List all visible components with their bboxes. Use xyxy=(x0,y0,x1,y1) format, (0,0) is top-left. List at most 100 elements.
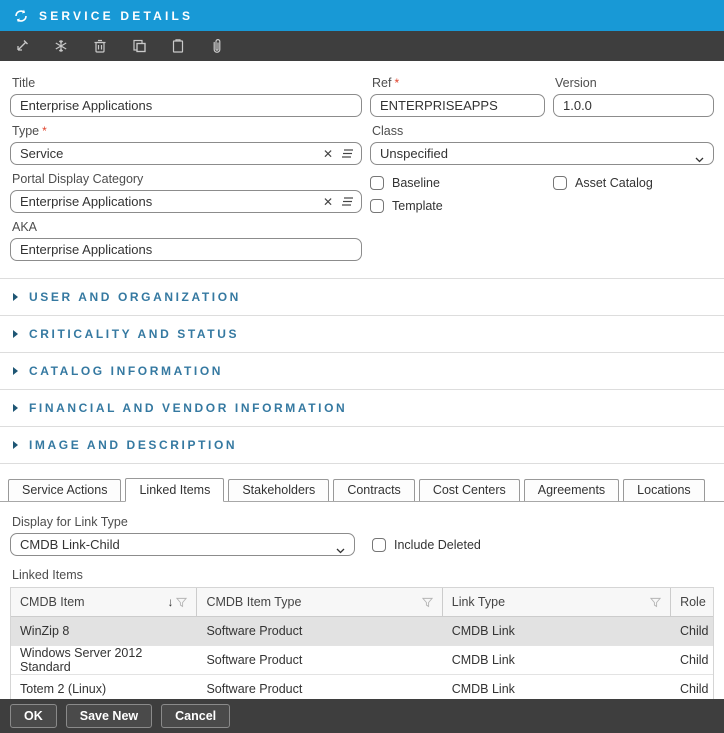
display-for-link-type-select[interactable]: CMDB Link-Child xyxy=(10,533,355,556)
class-label: Class xyxy=(372,124,712,138)
cell-cmdb-item: Totem 2 (Linux) xyxy=(11,682,197,696)
column-header-link-type[interactable]: Link Type xyxy=(443,588,671,616)
footer-action-bar: OK Save New Cancel xyxy=(0,699,724,733)
title-label: Title xyxy=(12,76,360,90)
chevron-down-icon xyxy=(336,542,345,557)
filter-icon[interactable] xyxy=(422,597,433,608)
sort-descending-icon[interactable]: ↓ xyxy=(167,595,173,609)
tab-bar: Service Actions Linked Items Stakeholder… xyxy=(0,475,724,502)
section-financial-and-vendor-information[interactable]: FINANCIAL AND VENDOR INFORMATION xyxy=(0,389,724,426)
browse-icon[interactable] xyxy=(341,196,354,207)
tab-agreements[interactable]: Agreements xyxy=(524,479,619,501)
cell-role: Child xyxy=(671,682,713,696)
cell-cmdb-item-type: Software Product xyxy=(197,653,442,667)
aka-label: AKA xyxy=(12,220,360,234)
type-input[interactable] xyxy=(10,142,362,165)
title-input[interactable] xyxy=(10,94,362,117)
column-header-role[interactable]: Role xyxy=(671,588,713,616)
section-title: CATALOG INFORMATION xyxy=(29,364,223,378)
browse-icon[interactable] xyxy=(341,148,354,159)
cell-cmdb-item: Windows Server 2012 Standard xyxy=(11,646,197,674)
collapsible-sections: USER AND ORGANIZATION CRITICALITY AND ST… xyxy=(0,278,724,464)
class-select[interactable]: Unspecified xyxy=(370,142,714,165)
class-select-value: Unspecified xyxy=(380,146,448,161)
asset-catalog-checkbox-box[interactable] xyxy=(553,176,567,190)
baseline-label: Baseline xyxy=(392,176,440,190)
column-header-cmdb-item-type[interactable]: CMDB Item Type xyxy=(197,588,442,616)
ref-input[interactable] xyxy=(370,94,545,117)
baseline-checkbox[interactable]: Baseline xyxy=(370,176,553,190)
attachment-icon[interactable] xyxy=(209,38,225,54)
cell-link-type: CMDB Link xyxy=(443,653,671,667)
window-header: SERVICE DETAILS xyxy=(0,0,724,31)
clear-icon[interactable]: ✕ xyxy=(323,196,333,208)
delete-icon[interactable] xyxy=(92,38,108,54)
cancel-button[interactable]: Cancel xyxy=(161,704,230,728)
section-title: USER AND ORGANIZATION xyxy=(29,290,241,304)
collapsed-arrow-icon xyxy=(13,367,18,375)
collapsed-arrow-icon xyxy=(13,404,18,412)
cell-role: Child xyxy=(671,653,713,667)
template-label: Template xyxy=(392,199,443,213)
include-deleted-label: Include Deleted xyxy=(394,538,481,552)
template-checkbox[interactable]: Template xyxy=(370,199,553,213)
version-input[interactable] xyxy=(553,94,714,117)
ref-label: Ref* xyxy=(372,76,543,90)
tab-contracts[interactable]: Contracts xyxy=(333,479,415,501)
cell-cmdb-item: WinZip 8 xyxy=(11,624,197,638)
tab-stakeholders[interactable]: Stakeholders xyxy=(228,479,329,501)
toolbar xyxy=(0,31,724,61)
version-label: Version xyxy=(555,76,712,90)
table-row[interactable]: Windows Server 2012 Standard Software Pr… xyxy=(11,646,713,675)
chevron-down-icon xyxy=(695,151,704,166)
type-label: Type* xyxy=(12,124,360,138)
pin-icon[interactable] xyxy=(14,38,30,54)
section-image-and-description[interactable]: IMAGE AND DESCRIPTION xyxy=(0,426,724,463)
cell-link-type: CMDB Link xyxy=(443,682,671,696)
linked-items-grid-label: Linked Items xyxy=(12,568,712,582)
collapsed-arrow-icon xyxy=(13,441,18,449)
display-for-link-type-value: CMDB Link-Child xyxy=(20,537,120,552)
service-details-form: Title Ref* Version Type* ✕ xyxy=(0,61,724,261)
tab-service-actions[interactable]: Service Actions xyxy=(8,479,121,501)
section-title: FINANCIAL AND VENDOR INFORMATION xyxy=(29,401,347,415)
filter-icon[interactable] xyxy=(650,597,661,608)
aka-input[interactable] xyxy=(10,238,362,261)
portal-display-category-label: Portal Display Category xyxy=(12,172,360,186)
page-title: SERVICE DETAILS xyxy=(39,9,193,23)
sync-icon[interactable] xyxy=(13,8,29,24)
include-deleted-checkbox-box[interactable] xyxy=(372,538,386,552)
save-new-button[interactable]: Save New xyxy=(66,704,152,728)
required-indicator: * xyxy=(394,76,399,90)
linked-items-table: CMDB Item ↓ CMDB Item Type Link Type Ro xyxy=(10,587,714,704)
clear-icon[interactable]: ✕ xyxy=(323,148,333,160)
template-checkbox-box[interactable] xyxy=(370,199,384,213)
linked-items-panel: Display for Link Type CMDB Link-Child In… xyxy=(0,502,724,704)
section-title: CRITICALITY AND STATUS xyxy=(29,327,239,341)
tab-locations[interactable]: Locations xyxy=(623,479,705,501)
cell-cmdb-item-type: Software Product xyxy=(197,624,442,638)
asset-catalog-checkbox[interactable]: Asset Catalog xyxy=(553,176,714,190)
ok-button[interactable]: OK xyxy=(10,704,57,728)
cell-role: Child xyxy=(671,624,713,638)
tab-cost-centers[interactable]: Cost Centers xyxy=(419,479,520,501)
table-row[interactable]: WinZip 8 Software Product CMDB Link Chil… xyxy=(11,617,713,646)
portal-display-category-input[interactable] xyxy=(10,190,362,213)
include-deleted-checkbox[interactable]: Include Deleted xyxy=(372,538,481,552)
column-header-cmdb-item[interactable]: CMDB Item ↓ xyxy=(11,588,197,616)
collapsed-arrow-icon xyxy=(13,330,18,338)
cell-cmdb-item-type: Software Product xyxy=(197,682,442,696)
tab-linked-items[interactable]: Linked Items xyxy=(125,478,224,502)
filter-icon[interactable] xyxy=(176,597,187,608)
section-user-and-organization[interactable]: USER AND ORGANIZATION xyxy=(0,278,724,315)
table-header-row: CMDB Item ↓ CMDB Item Type Link Type Ro xyxy=(11,588,713,617)
display-for-link-type-label: Display for Link Type xyxy=(12,515,712,529)
cell-link-type: CMDB Link xyxy=(443,624,671,638)
section-criticality-and-status[interactable]: CRITICALITY AND STATUS xyxy=(0,315,724,352)
copy-icon[interactable] xyxy=(131,38,147,54)
section-catalog-information[interactable]: CATALOG INFORMATION xyxy=(0,352,724,389)
freeze-icon[interactable] xyxy=(53,38,69,54)
paste-icon[interactable] xyxy=(170,38,186,54)
baseline-checkbox-box[interactable] xyxy=(370,176,384,190)
section-title: IMAGE AND DESCRIPTION xyxy=(29,438,237,452)
